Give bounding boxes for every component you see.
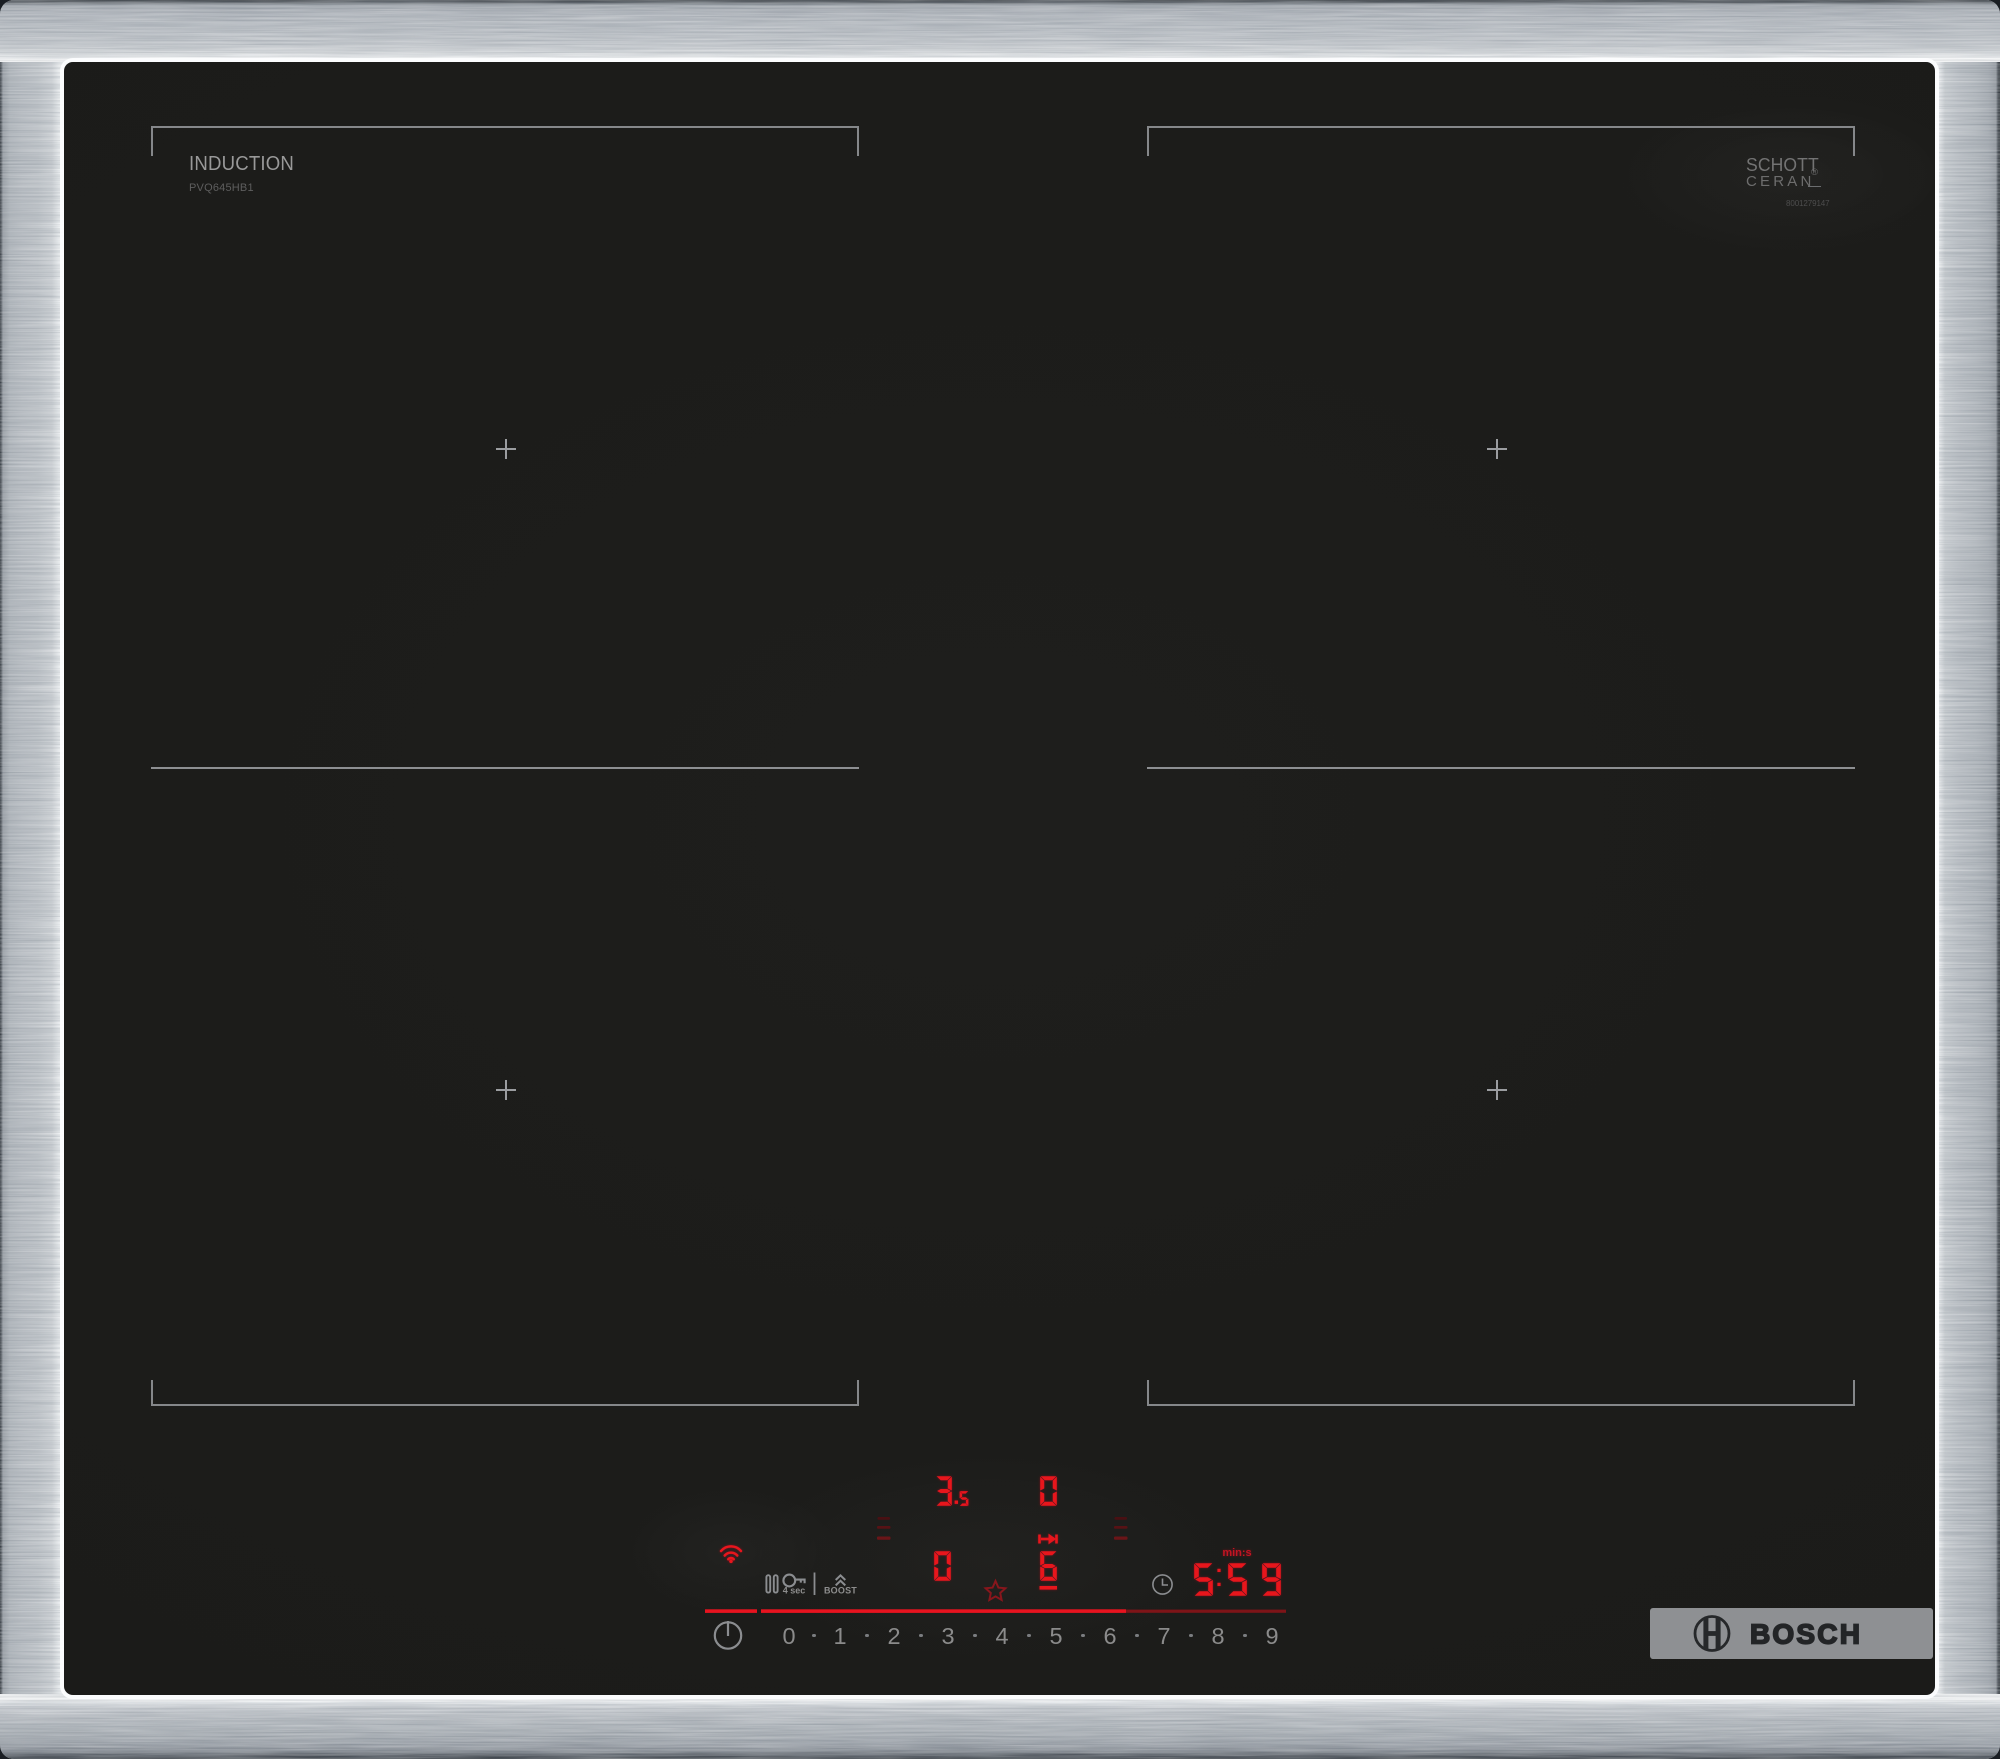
svg-text:BOSCH: BOSCH [1750, 1619, 1862, 1650]
